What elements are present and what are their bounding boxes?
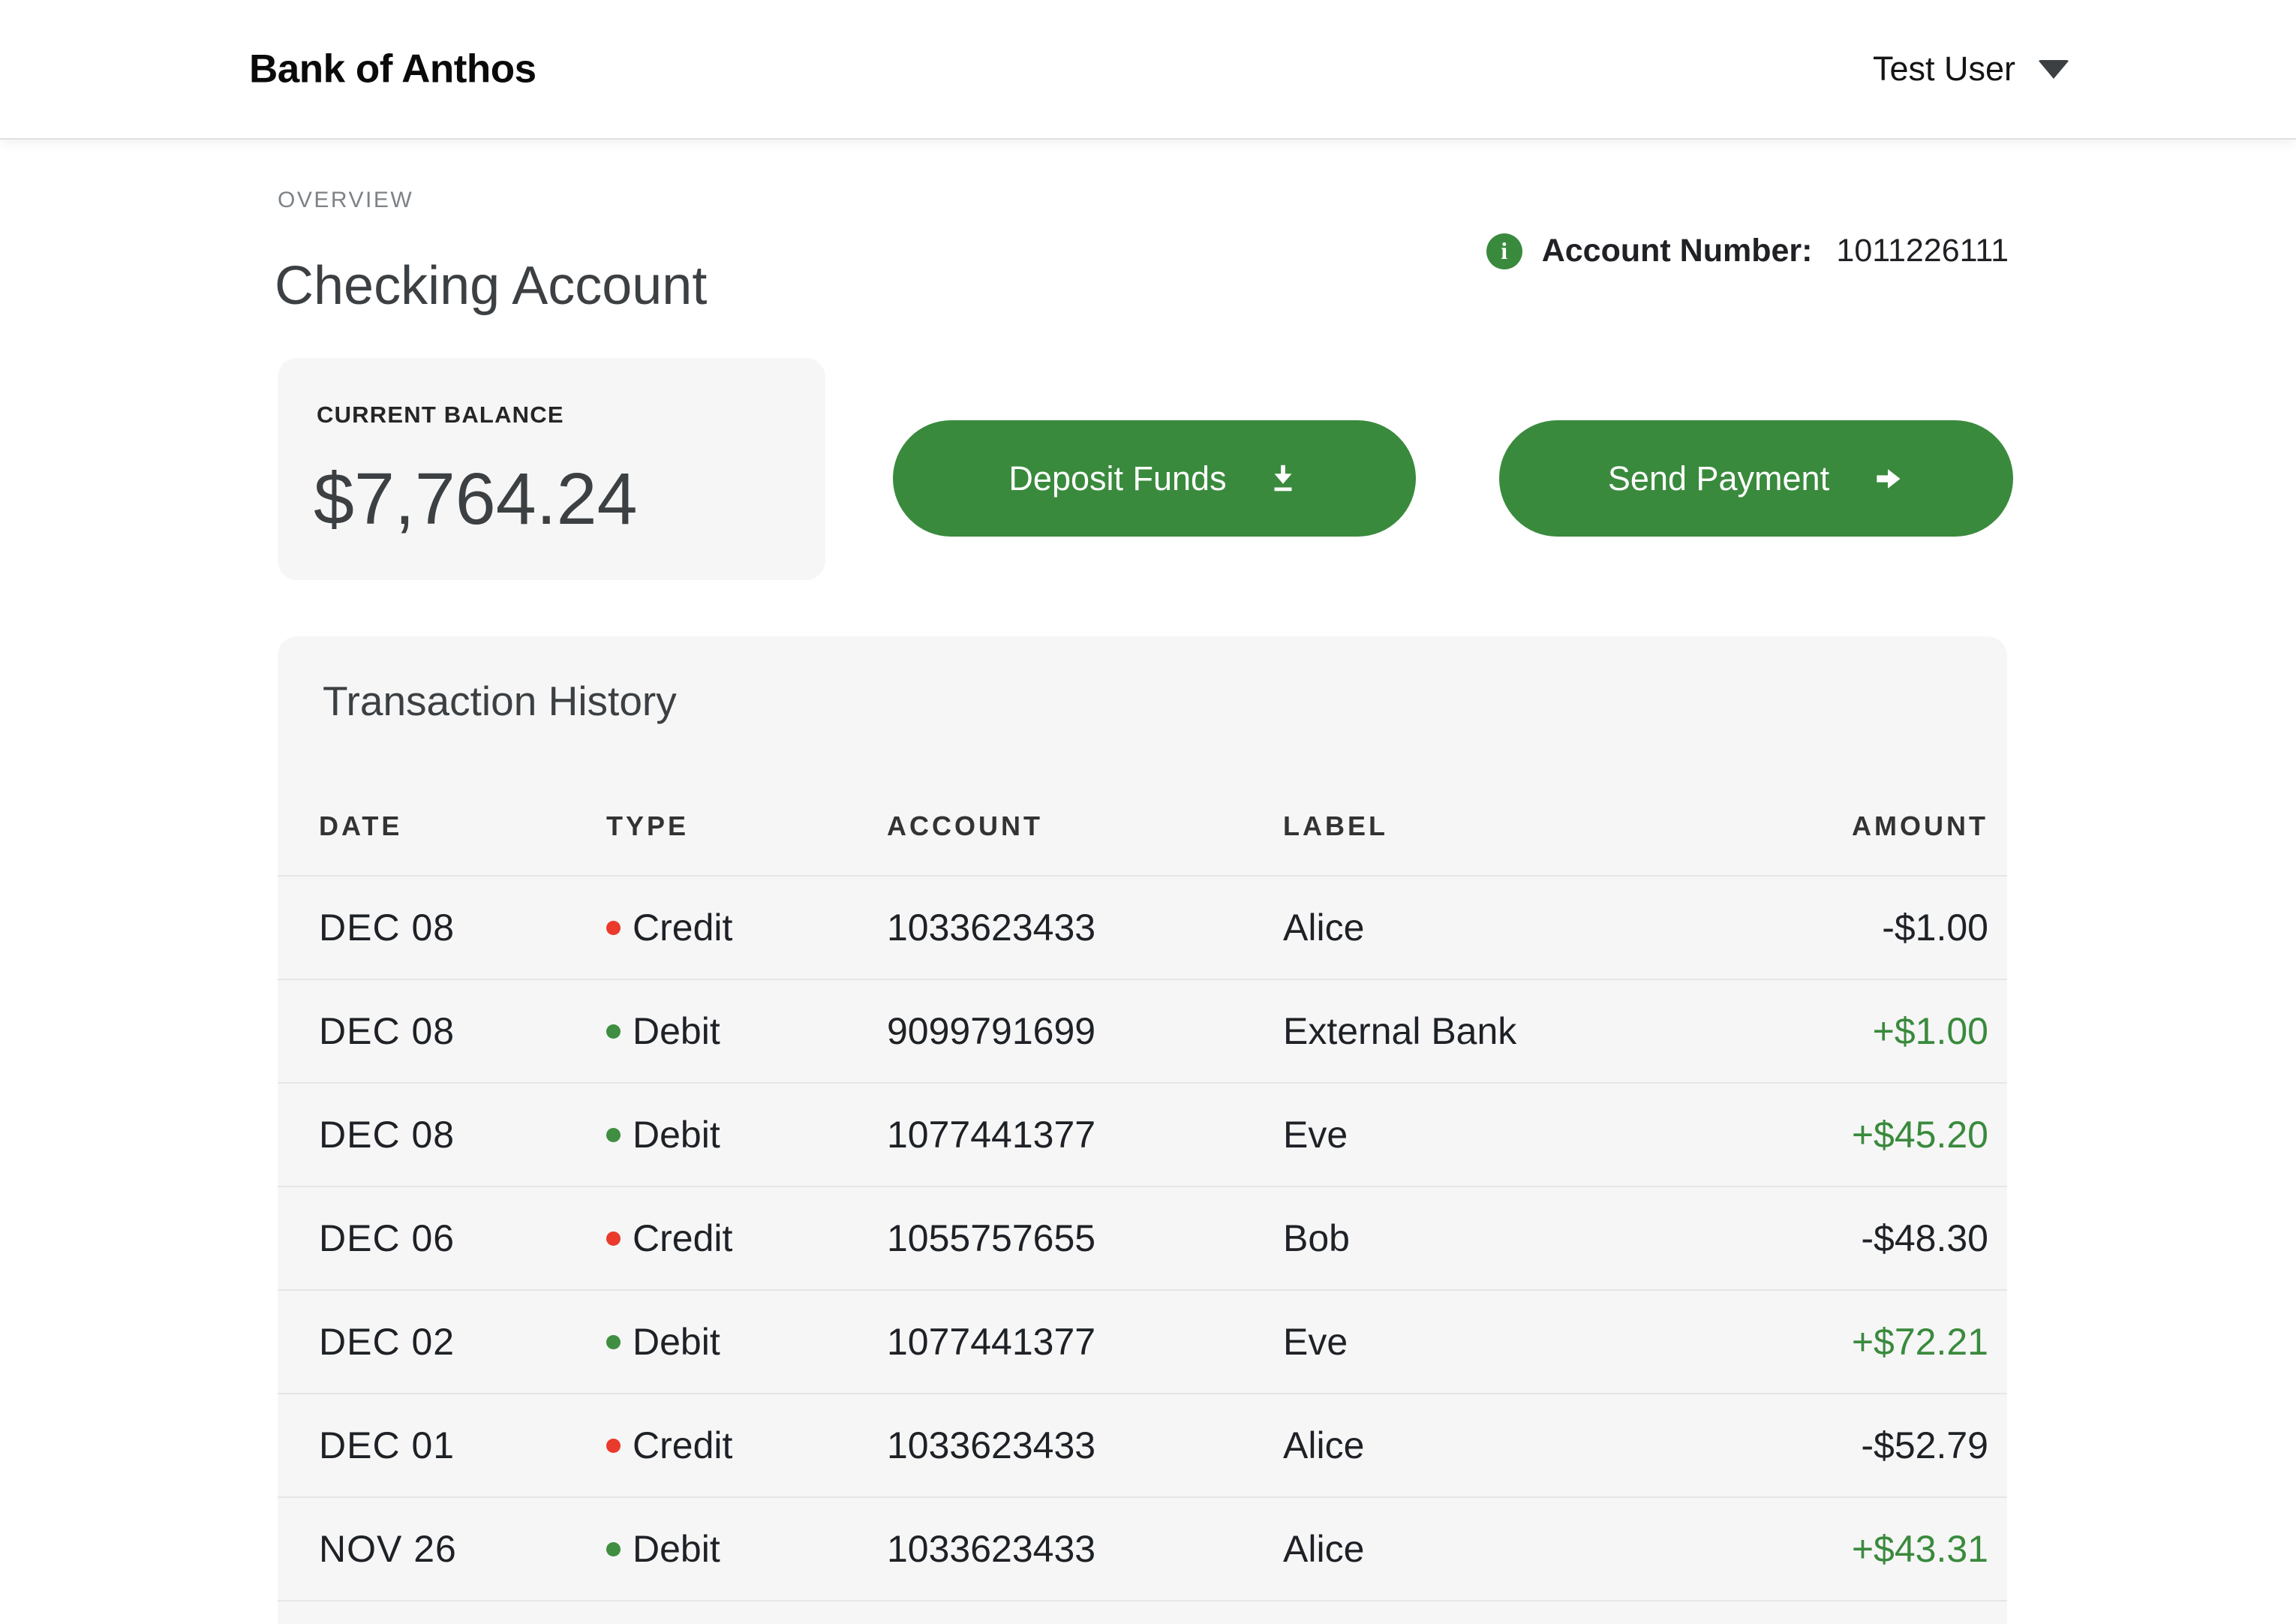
type-dot-icon (606, 1231, 621, 1246)
transaction-type: Credit (606, 1424, 887, 1467)
transaction-account: 1033623433 (887, 1424, 1096, 1466)
type-dot-icon (606, 920, 621, 935)
deposit-funds-label: Deposit Funds (1008, 459, 1227, 498)
transaction-amount: -$52.79 (1861, 1424, 1988, 1466)
deposit-funds-button[interactable]: Deposit Funds (893, 420, 1416, 537)
table-row: NOV 26 Debit 1033623433 Alice +$43.31 (278, 1496, 2007, 1600)
account-info: i Account Number: 1011226111 (1486, 233, 2009, 269)
transaction-amount: -$1.00 (1882, 907, 1988, 949)
transaction-type-label: Debit (633, 1528, 720, 1570)
chevron-down-icon (2038, 59, 2069, 79)
transaction-label: External Bank (1283, 1010, 1517, 1052)
column-header-label: LABEL (1283, 810, 1388, 841)
column-header-amount: AMOUNT (1852, 810, 1988, 841)
transaction-type: Debit (606, 1320, 887, 1364)
transaction-type: Credit (606, 906, 887, 949)
transaction-label: Alice (1283, 1424, 1365, 1466)
table-row: DEC 02 Debit 1077441377 Eve +$72.21 (278, 1289, 2007, 1393)
transaction-history-card: Transaction History DATE TYPE ACCOUNT LA… (278, 636, 2007, 1624)
type-dot-icon (606, 1541, 621, 1556)
transaction-date: DEC 06 (319, 1217, 455, 1259)
transaction-account: 9099791699 (887, 1010, 1096, 1052)
overview-eyebrow: OVERVIEW (278, 188, 414, 212)
transaction-account: 1077441377 (887, 1321, 1096, 1363)
transaction-rows: DEC 08 Credit 1033623433 Alice -$1.00 DE… (278, 875, 2007, 1600)
send-payment-label: Send Payment (1607, 459, 1830, 498)
transaction-table-header: DATE TYPE ACCOUNT LABEL AMOUNT (278, 729, 2007, 875)
transaction-label: Alice (1283, 907, 1365, 949)
user-menu-label: Test User (1872, 50, 2015, 88)
transaction-type-label: Credit (633, 1424, 733, 1466)
table-row: DEC 06 Credit 1055757655 Bob -$48.30 (278, 1186, 2007, 1289)
table-row: DEC 01 Credit 1033623433 Alice -$52.79 (278, 1393, 2007, 1496)
column-header-date: DATE (319, 810, 403, 841)
transaction-date: DEC 08 (319, 1010, 455, 1052)
type-dot-icon (606, 1438, 621, 1453)
info-icon[interactable]: i (1486, 233, 1522, 269)
send-payment-button[interactable]: Send Payment (1499, 420, 2013, 537)
transaction-amount: +$43.31 (1851, 1528, 1988, 1570)
column-header-type: TYPE (606, 810, 690, 841)
transaction-account: 1055757655 (887, 1217, 1096, 1259)
transaction-label: Eve (1283, 1114, 1348, 1156)
transaction-type-label: Credit (633, 1217, 733, 1259)
account-number-label: Account Number: (1541, 233, 1813, 269)
table-row: DEC 08 Debit 9099791699 External Bank +$… (278, 979, 2007, 1082)
page-title: Checking Account (275, 256, 708, 317)
type-dot-icon (606, 1334, 621, 1349)
transaction-type: Credit (606, 1216, 887, 1260)
table-row: DEC 08 Debit 1077441377 Eve +$45.20 (278, 1082, 2007, 1186)
transaction-amount: -$48.30 (1861, 1217, 1988, 1259)
transaction-type: Debit (606, 1527, 887, 1571)
current-balance-label: CURRENT BALANCE (317, 401, 564, 428)
transaction-type-label: Debit (633, 1321, 720, 1363)
transaction-table: DATE TYPE ACCOUNT LABEL AMOUNT DEC 08 Cr… (278, 729, 2007, 1624)
transaction-label: Bob (1283, 1217, 1350, 1259)
transaction-account: 1077441377 (887, 1114, 1096, 1156)
transaction-amount: +$1.00 (1872, 1010, 1988, 1052)
account-number-value: 1011226111 (1836, 233, 2009, 269)
current-balance-amount: $7,764.24 (314, 458, 638, 540)
table-row-partial (278, 1600, 2007, 1624)
transaction-type: Debit (606, 1113, 887, 1156)
transaction-date: DEC 08 (319, 1114, 455, 1156)
type-dot-icon (606, 1127, 621, 1142)
column-header-account: ACCOUNT (887, 810, 1043, 841)
transaction-amount: +$72.21 (1851, 1321, 1988, 1363)
type-dot-icon (606, 1024, 621, 1039)
transaction-account: 1033623433 (887, 1528, 1096, 1570)
arrow-right-icon (1871, 462, 1904, 495)
transaction-type: Debit (606, 1009, 887, 1053)
download-icon (1266, 462, 1300, 496)
user-menu[interactable]: Test User (1873, 50, 2069, 89)
transaction-date: DEC 02 (319, 1321, 455, 1363)
transaction-label: Alice (1283, 1528, 1365, 1570)
transaction-history-title: Transaction History (323, 678, 677, 724)
transaction-label: Eve (1283, 1321, 1348, 1363)
transaction-type-label: Debit (633, 1114, 720, 1156)
transaction-date: DEC 08 (319, 907, 455, 949)
transaction-type-label: Credit (633, 907, 733, 949)
app-header: Bank of Anthos Test User (0, 0, 2296, 140)
transaction-amount: +$45.20 (1851, 1114, 1988, 1156)
transaction-date: DEC 01 (319, 1424, 455, 1466)
checking-account-page: Bank of Anthos Test User OVERVIEW Checki… (0, 0, 2296, 1624)
table-row: DEC 08 Credit 1033623433 Alice -$1.00 (278, 875, 2007, 979)
transaction-date: NOV 26 (319, 1528, 457, 1570)
transaction-type-label: Debit (633, 1010, 720, 1052)
brand-logo: Bank of Anthos (249, 47, 536, 92)
current-balance-card: CURRENT BALANCE $7,764.24 (278, 358, 825, 580)
transaction-account: 1033623433 (887, 907, 1096, 949)
